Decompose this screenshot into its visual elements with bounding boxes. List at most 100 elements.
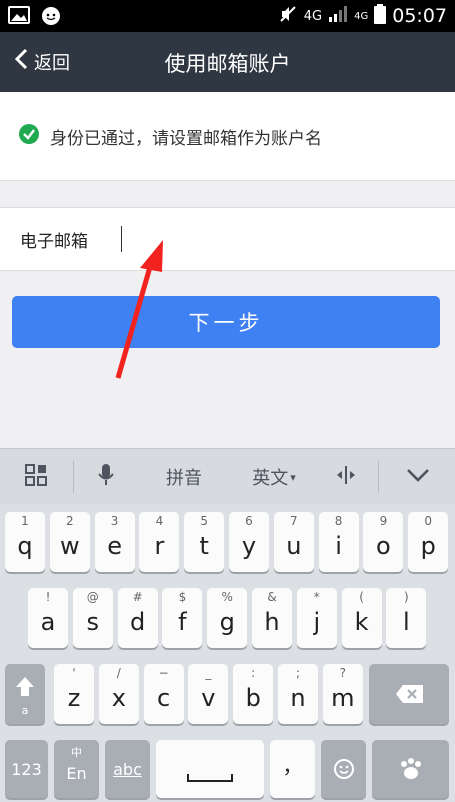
abc-label: abc	[113, 760, 142, 779]
key-h[interactable]: & h	[252, 588, 292, 648]
key-i[interactable]: 8i	[318, 512, 359, 572]
chat-icon	[40, 5, 62, 31]
abc-key[interactable]: abc	[105, 740, 150, 798]
status-bar: 4G 4G 05:07	[0, 0, 455, 32]
grid-icon	[24, 463, 48, 492]
chevron-down-icon	[406, 467, 430, 488]
key-char-label: y	[241, 532, 257, 560]
shift-arrow-icon	[15, 676, 35, 702]
mute-icon	[278, 4, 298, 28]
shift-key[interactable]: a	[5, 664, 45, 724]
key-alt-label: 4	[155, 514, 164, 528]
network-label-2: 4G	[354, 10, 369, 22]
key-d[interactable]: # d	[117, 588, 158, 648]
key-char-label: i	[335, 532, 342, 560]
key-alt-label: 5	[200, 514, 208, 528]
lang-label: En	[66, 764, 87, 783]
key-char-label: l	[403, 608, 410, 636]
key-g[interactable]: % g	[207, 588, 248, 648]
verified-banner: 身份已通过，请设置邮箱作为账户名	[0, 92, 455, 181]
keyboard: 1q2w3e4r5t6y7u8i9o0p ! a @ s # d $ f% g & h * j(k) l …	[0, 504, 455, 802]
key-n[interactable]: ; n	[278, 664, 318, 724]
emoji-key[interactable]	[321, 740, 366, 798]
key-char-label: g	[219, 608, 235, 636]
key-x[interactable]: / x	[98, 664, 139, 724]
key-k[interactable]: (k	[341, 588, 382, 648]
key-char-label: r	[154, 532, 165, 560]
key-char-label: x	[111, 684, 126, 712]
key-alt-label: ?	[339, 666, 346, 680]
clock: 05:07	[392, 5, 447, 27]
email-label: 电子邮箱	[20, 232, 88, 252]
page-title: 使用邮箱账户	[164, 52, 291, 76]
key-alt-label: −	[158, 666, 169, 680]
space-key[interactable]	[156, 740, 264, 798]
key-f[interactable]: $ f	[162, 588, 203, 648]
comma-label: ，	[282, 754, 303, 778]
key-w[interactable]: 2w	[49, 512, 90, 572]
check-circle-icon	[18, 123, 40, 150]
keyboard-menu-button[interactable]	[0, 449, 72, 505]
key-alt-label: :	[251, 666, 256, 680]
key-m[interactable]: ? m	[322, 664, 363, 724]
key-char-label: k	[354, 608, 369, 636]
hide-keyboard-button[interactable]	[380, 449, 455, 505]
key-alt-label: ;	[295, 666, 301, 680]
key-j[interactable]: * j	[296, 588, 337, 648]
key-alt-label: '	[72, 666, 76, 680]
key-char-label: s	[86, 608, 100, 636]
key-s[interactable]: @ s	[72, 588, 113, 648]
space-icon	[187, 768, 233, 787]
cursor-move-button[interactable]	[318, 449, 374, 505]
key-char-label: u	[286, 532, 302, 560]
key-alt-label: )	[404, 590, 409, 604]
key-q[interactable]: 1q	[5, 512, 45, 572]
lang-top-label: 中	[71, 746, 82, 759]
key-alt-label: *	[313, 590, 320, 604]
key-char-label: z	[67, 684, 81, 712]
key-r[interactable]: 4r	[139, 512, 180, 572]
key-alt-label: _	[205, 666, 212, 680]
english-mode-button[interactable]: 英文 ▾	[238, 449, 310, 505]
key-a[interactable]: ! a	[28, 588, 68, 648]
pinyin-label: 拼音	[166, 468, 202, 489]
comma-key[interactable]: ，	[270, 740, 315, 798]
key-e[interactable]: 3e	[94, 512, 135, 572]
caret-down-icon: ▾	[290, 470, 296, 484]
email-field[interactable]	[118, 222, 442, 258]
keyboard-toolbar: 拼音 英文 ▾	[0, 448, 455, 505]
key-y[interactable]: 6y	[229, 512, 269, 572]
backspace-key[interactable]	[369, 664, 449, 724]
key-p[interactable]: 0p	[408, 512, 449, 572]
key-o[interactable]: 9o	[363, 512, 404, 572]
key-v[interactable]: _ v	[188, 664, 229, 724]
key-t[interactable]: 5t	[184, 512, 225, 572]
key-alt-label: 0	[424, 514, 432, 528]
key-alt-label: 3	[110, 514, 119, 528]
backspace-icon	[395, 684, 425, 708]
key-u[interactable]: 7u	[273, 512, 314, 572]
pinyin-mode-button[interactable]: 拼音	[148, 449, 220, 505]
voice-button[interactable]	[74, 449, 138, 505]
key-char-label: c	[156, 684, 171, 712]
key-char-label: e	[107, 532, 122, 560]
key-c[interactable]: − c	[143, 664, 184, 724]
key-l[interactable]: ) l	[386, 588, 427, 648]
key-char-label: a	[40, 608, 56, 636]
numbers-key[interactable]: 123	[5, 740, 48, 798]
skin-key[interactable]	[372, 740, 449, 798]
key-b[interactable]: :b	[233, 664, 274, 724]
key-char-label: m	[331, 684, 355, 712]
text-caret	[121, 226, 122, 252]
key-alt-label: 8	[334, 514, 343, 528]
key-alt-label: 6	[245, 514, 253, 528]
key-char-label: v	[201, 684, 216, 712]
language-switch-key[interactable]: 中 En	[54, 740, 99, 798]
key-z[interactable]: ' z	[54, 664, 94, 724]
key-char-label: j	[313, 608, 321, 636]
key-char-label: p	[420, 532, 436, 560]
network-label: 4G	[303, 8, 323, 24]
next-button[interactable]: 下一步	[12, 296, 440, 348]
key-alt-label: (	[359, 590, 364, 604]
email-row: 电子邮箱	[0, 207, 455, 271]
